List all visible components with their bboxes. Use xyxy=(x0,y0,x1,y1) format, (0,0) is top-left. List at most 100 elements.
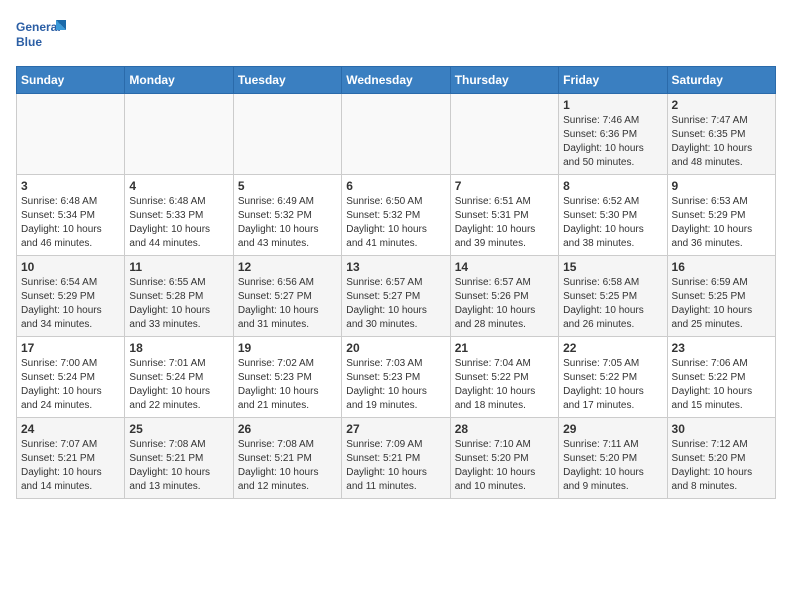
calendar-day-cell xyxy=(125,94,233,175)
day-info: Sunrise: 7:00 AMSunset: 5:24 PMDaylight:… xyxy=(21,357,120,413)
day-of-week-header: Thursday xyxy=(450,67,558,94)
day-info: Sunrise: 7:47 AMSunset: 6:35 PMDaylight:… xyxy=(672,114,771,170)
day-of-week-header: Saturday xyxy=(667,67,775,94)
day-info: Sunrise: 7:02 AMSunset: 5:23 PMDaylight:… xyxy=(238,357,337,413)
day-number: 22 xyxy=(563,341,662,355)
calendar-day-cell: 16Sunrise: 6:59 AMSunset: 5:25 PMDayligh… xyxy=(667,256,775,337)
day-number: 20 xyxy=(346,341,445,355)
day-of-week-header: Tuesday xyxy=(233,67,341,94)
day-info: Sunrise: 6:48 AMSunset: 5:34 PMDaylight:… xyxy=(21,195,120,251)
calendar-day-cell: 28Sunrise: 7:10 AMSunset: 5:20 PMDayligh… xyxy=(450,418,558,499)
day-number: 12 xyxy=(238,260,337,274)
day-info: Sunrise: 7:07 AMSunset: 5:21 PMDaylight:… xyxy=(21,438,120,494)
day-info: Sunrise: 6:59 AMSunset: 5:25 PMDaylight:… xyxy=(672,276,771,332)
day-number: 15 xyxy=(563,260,662,274)
days-of-week-row: SundayMondayTuesdayWednesdayThursdayFrid… xyxy=(17,67,776,94)
calendar-week-row: 17 Sunrise: 7:00 AMSunset: 5:24 PMDayligh… xyxy=(17,337,776,418)
day-info: Sunrise: 6:58 AMSunset: 5:25 PMDaylight:… xyxy=(563,276,662,332)
day-info: Sunrise: 6:55 AMSunset: 5:28 PMDaylight:… xyxy=(129,276,228,332)
calendar-day-cell: 10 Sunrise: 6:54 AMSunset: 5:29 PMDayligh… xyxy=(17,256,125,337)
day-number: 6 xyxy=(346,179,445,193)
day-info: Sunrise: 7:04 AMSunset: 5:22 PMDaylight:… xyxy=(455,357,554,413)
calendar-day-cell: 3 Sunrise: 6:48 AMSunset: 5:34 PMDaylight… xyxy=(17,175,125,256)
day-info: Sunrise: 6:54 AMSunset: 5:29 PMDaylight:… xyxy=(21,276,120,332)
day-info: Sunrise: 6:52 AMSunset: 5:30 PMDaylight:… xyxy=(563,195,662,251)
day-of-week-header: Friday xyxy=(559,67,667,94)
day-number: 26 xyxy=(238,422,337,436)
calendar-day-cell: 8 Sunrise: 6:52 AMSunset: 5:30 PMDaylight… xyxy=(559,175,667,256)
calendar-day-cell: 19 Sunrise: 7:02 AMSunset: 5:23 PMDayligh… xyxy=(233,337,341,418)
calendar-day-cell: 14 Sunrise: 6:57 AMSunset: 5:26 PMDayligh… xyxy=(450,256,558,337)
day-info: Sunrise: 6:49 AMSunset: 5:32 PMDaylight:… xyxy=(238,195,337,251)
day-number: 2 xyxy=(672,98,771,112)
calendar-day-cell: 12 Sunrise: 6:56 AMSunset: 5:27 PMDayligh… xyxy=(233,256,341,337)
day-number: 30 xyxy=(672,422,771,436)
day-number: 21 xyxy=(455,341,554,355)
day-of-week-header: Sunday xyxy=(17,67,125,94)
calendar-day-cell: 17 Sunrise: 7:00 AMSunset: 5:24 PMDayligh… xyxy=(17,337,125,418)
day-number: 4 xyxy=(129,179,228,193)
calendar-day-cell xyxy=(17,94,125,175)
calendar-day-cell: 25 Sunrise: 7:08 AMSunset: 5:21 PMDayligh… xyxy=(125,418,233,499)
calendar-day-cell: 1Sunrise: 7:46 AMSunset: 6:36 PMDaylight… xyxy=(559,94,667,175)
calendar-day-cell: 11 Sunrise: 6:55 AMSunset: 5:28 PMDayligh… xyxy=(125,256,233,337)
day-number: 11 xyxy=(129,260,228,274)
day-number: 9 xyxy=(672,179,771,193)
calendar-day-cell xyxy=(342,94,450,175)
day-number: 13 xyxy=(346,260,445,274)
day-number: 17 xyxy=(21,341,120,355)
day-number: 14 xyxy=(455,260,554,274)
calendar-day-cell: 23Sunrise: 7:06 AMSunset: 5:22 PMDayligh… xyxy=(667,337,775,418)
day-number: 5 xyxy=(238,179,337,193)
day-info: Sunrise: 7:08 AMSunset: 5:21 PMDaylight:… xyxy=(238,438,337,494)
day-info: Sunrise: 7:01 AMSunset: 5:24 PMDaylight:… xyxy=(129,357,228,413)
day-of-week-header: Monday xyxy=(125,67,233,94)
day-number: 10 xyxy=(21,260,120,274)
calendar-week-row: 3 Sunrise: 6:48 AMSunset: 5:34 PMDaylight… xyxy=(17,175,776,256)
day-info: Sunrise: 7:10 AMSunset: 5:20 PMDaylight:… xyxy=(455,438,554,494)
calendar-day-cell: 6Sunrise: 6:50 AMSunset: 5:32 PMDaylight… xyxy=(342,175,450,256)
day-number: 18 xyxy=(129,341,228,355)
calendar-day-cell xyxy=(450,94,558,175)
calendar-day-cell: 26 Sunrise: 7:08 AMSunset: 5:21 PMDayligh… xyxy=(233,418,341,499)
day-number: 29 xyxy=(563,422,662,436)
day-number: 24 xyxy=(21,422,120,436)
day-info: Sunrise: 7:46 AMSunset: 6:36 PMDaylight:… xyxy=(563,114,662,170)
calendar-day-cell: 22 Sunrise: 7:05 AMSunset: 5:22 PMDayligh… xyxy=(559,337,667,418)
day-info: Sunrise: 7:03 AMSunset: 5:23 PMDaylight:… xyxy=(346,357,445,413)
calendar-day-cell: 5 Sunrise: 6:49 AMSunset: 5:32 PMDaylight… xyxy=(233,175,341,256)
calendar-day-cell: 2 Sunrise: 7:47 AMSunset: 6:35 PMDaylight… xyxy=(667,94,775,175)
day-number: 8 xyxy=(563,179,662,193)
day-info: Sunrise: 7:09 AMSunset: 5:21 PMDaylight:… xyxy=(346,438,445,494)
day-number: 27 xyxy=(346,422,445,436)
day-number: 3 xyxy=(21,179,120,193)
calendar-body: 1Sunrise: 7:46 AMSunset: 6:36 PMDaylight… xyxy=(17,94,776,499)
logo-svg: General Blue xyxy=(16,16,66,56)
day-info: Sunrise: 7:08 AMSunset: 5:21 PMDaylight:… xyxy=(129,438,228,494)
page-header: General Blue xyxy=(16,16,776,56)
calendar-day-cell: 4 Sunrise: 6:48 AMSunset: 5:33 PMDaylight… xyxy=(125,175,233,256)
day-info: Sunrise: 6:48 AMSunset: 5:33 PMDaylight:… xyxy=(129,195,228,251)
day-info: Sunrise: 6:51 AMSunset: 5:31 PMDaylight:… xyxy=(455,195,554,251)
svg-text:General: General xyxy=(16,20,61,34)
day-number: 19 xyxy=(238,341,337,355)
calendar-day-cell: 30 Sunrise: 7:12 AMSunset: 5:20 PMDayligh… xyxy=(667,418,775,499)
calendar-day-cell xyxy=(233,94,341,175)
calendar-week-row: 10 Sunrise: 6:54 AMSunset: 5:29 PMDayligh… xyxy=(17,256,776,337)
calendar-day-cell: 24 Sunrise: 7:07 AMSunset: 5:21 PMDayligh… xyxy=(17,418,125,499)
calendar-day-cell: 29 Sunrise: 7:11 AMSunset: 5:20 PMDayligh… xyxy=(559,418,667,499)
day-info: Sunrise: 6:57 AMSunset: 5:26 PMDaylight:… xyxy=(455,276,554,332)
calendar-day-cell: 20 Sunrise: 7:03 AMSunset: 5:23 PMDayligh… xyxy=(342,337,450,418)
day-number: 23 xyxy=(672,341,771,355)
day-info: Sunrise: 7:11 AMSunset: 5:20 PMDaylight:… xyxy=(563,438,662,494)
calendar-day-cell: 7Sunrise: 6:51 AMSunset: 5:31 PMDaylight… xyxy=(450,175,558,256)
calendar-day-cell: 21 Sunrise: 7:04 AMSunset: 5:22 PMDayligh… xyxy=(450,337,558,418)
calendar-day-cell: 27 Sunrise: 7:09 AMSunset: 5:21 PMDayligh… xyxy=(342,418,450,499)
calendar-day-cell: 15 Sunrise: 6:58 AMSunset: 5:25 PMDayligh… xyxy=(559,256,667,337)
day-info: Sunrise: 7:05 AMSunset: 5:22 PMDaylight:… xyxy=(563,357,662,413)
day-of-week-header: Wednesday xyxy=(342,67,450,94)
day-info: Sunrise: 7:12 AMSunset: 5:20 PMDaylight:… xyxy=(672,438,771,494)
day-info: Sunrise: 6:57 AMSunset: 5:27 PMDaylight:… xyxy=(346,276,445,332)
day-info: Sunrise: 6:56 AMSunset: 5:27 PMDaylight:… xyxy=(238,276,337,332)
day-number: 25 xyxy=(129,422,228,436)
